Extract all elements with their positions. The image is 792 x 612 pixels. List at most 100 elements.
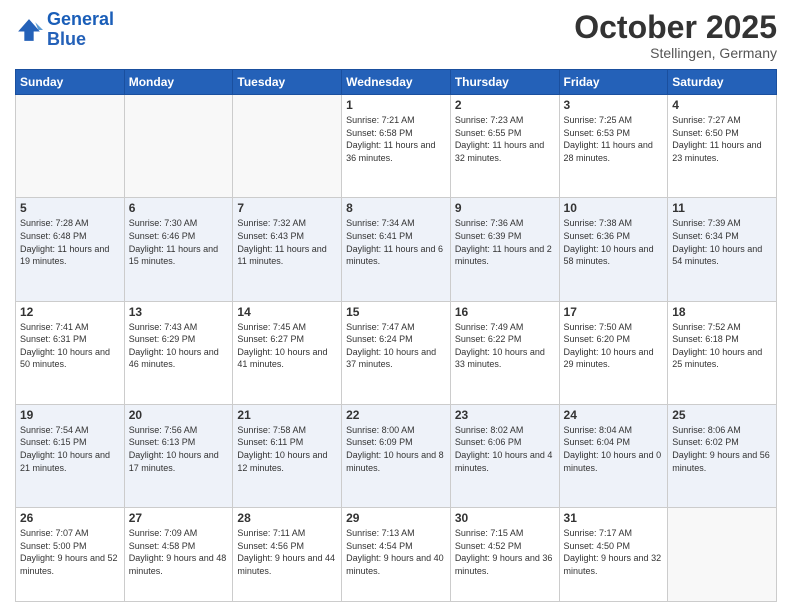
day-detail: Sunrise: 7:36 AMSunset: 6:39 PMDaylight:…	[455, 217, 555, 267]
logo-icon	[15, 16, 43, 44]
table-row: 15Sunrise: 7:47 AMSunset: 6:24 PMDayligh…	[342, 301, 451, 404]
day-number: 21	[237, 408, 337, 422]
day-detail: Sunrise: 7:50 AMSunset: 6:20 PMDaylight:…	[564, 321, 664, 371]
table-row: 7 Sunrise: 7:32 AMSunset: 6:43 PMDaylight…	[233, 198, 342, 301]
day-detail: Sunrise: 8:06 AMSunset: 6:02 PMDaylight:…	[672, 424, 772, 474]
day-number: 13	[129, 305, 229, 319]
day-number: 22	[346, 408, 446, 422]
col-monday: Monday	[124, 70, 233, 95]
day-detail: Sunrise: 7:15 AMSunset: 4:52 PMDaylight:…	[455, 527, 555, 577]
table-row: 14 Sunrise: 7:45 AMSunset: 6:27 PMDayligh…	[233, 301, 342, 404]
calendar-week-row: 19 Sunrise: 7:54 AMSunset: 6:15 PMDayligh…	[16, 404, 777, 507]
page: General Blue October 2025 Stellingen, Ge…	[0, 0, 792, 612]
day-detail: Sunrise: 7:13 AMSunset: 4:54 PMDaylight:…	[346, 527, 446, 577]
table-row: 9 Sunrise: 7:36 AMSunset: 6:39 PMDaylight…	[450, 198, 559, 301]
col-saturday: Saturday	[668, 70, 777, 95]
col-sunday: Sunday	[16, 70, 125, 95]
day-number: 17	[564, 305, 664, 319]
table-row: 4 Sunrise: 7:27 AMSunset: 6:50 PMDaylight…	[668, 95, 777, 198]
table-row: 31 Sunrise: 7:17 AMSunset: 4:50 PMDayligh…	[559, 508, 668, 602]
table-row: 3 Sunrise: 7:25 AMSunset: 6:53 PMDaylight…	[559, 95, 668, 198]
col-thursday: Thursday	[450, 70, 559, 95]
table-row: 5 Sunrise: 7:28 AMSunset: 6:48 PMDaylight…	[16, 198, 125, 301]
table-row: 22 Sunrise: 8:00 AMSunset: 6:09 PMDayligh…	[342, 404, 451, 507]
day-number: 27	[129, 511, 229, 525]
day-detail: Sunrise: 7:28 AMSunset: 6:48 PMDaylight:…	[20, 217, 120, 267]
table-row: 12Sunrise: 7:41 AMSunset: 6:31 PMDayligh…	[16, 301, 125, 404]
day-number: 26	[20, 511, 120, 525]
day-detail: Sunrise: 7:45 AMSunset: 6:27 PMDaylight:…	[237, 321, 337, 371]
day-detail: Sunrise: 7:30 AMSunset: 6:46 PMDaylight:…	[129, 217, 229, 267]
month-title: October 2025	[574, 10, 777, 45]
calendar-week-row: 5 Sunrise: 7:28 AMSunset: 6:48 PMDaylight…	[16, 198, 777, 301]
day-detail: Sunrise: 7:43 AMSunset: 6:29 PMDaylight:…	[129, 321, 229, 371]
table-row: 16 Sunrise: 7:49 AMSunset: 6:22 PMDayligh…	[450, 301, 559, 404]
day-number: 16	[455, 305, 555, 319]
day-number: 25	[672, 408, 772, 422]
calendar-table: Sunday Monday Tuesday Wednesday Thursday…	[15, 69, 777, 602]
table-row: 10 Sunrise: 7:38 AMSunset: 6:36 PMDayligh…	[559, 198, 668, 301]
table-row	[233, 95, 342, 198]
day-detail: Sunrise: 7:23 AMSunset: 6:55 PMDaylight:…	[455, 114, 555, 164]
day-detail: Sunrise: 7:52 AMSunset: 6:18 PMDaylight:…	[672, 321, 772, 371]
table-row	[668, 508, 777, 602]
day-detail: Sunrise: 7:41 AMSunset: 6:31 PMDaylight:…	[20, 321, 120, 371]
calendar-week-row: 12Sunrise: 7:41 AMSunset: 6:31 PMDayligh…	[16, 301, 777, 404]
table-row: 2Sunrise: 7:23 AMSunset: 6:55 PMDaylight…	[450, 95, 559, 198]
table-row: 18 Sunrise: 7:52 AMSunset: 6:18 PMDayligh…	[668, 301, 777, 404]
table-row	[16, 95, 125, 198]
day-number: 4	[672, 98, 772, 112]
logo: General Blue	[15, 10, 114, 50]
day-number: 14	[237, 305, 337, 319]
location: Stellingen, Germany	[574, 45, 777, 61]
day-number: 10	[564, 201, 664, 215]
table-row: 20Sunrise: 7:56 AMSunset: 6:13 PMDayligh…	[124, 404, 233, 507]
day-number: 1	[346, 98, 446, 112]
day-number: 20	[129, 408, 229, 422]
day-detail: Sunrise: 7:25 AMSunset: 6:53 PMDaylight:…	[564, 114, 664, 164]
day-number: 7	[237, 201, 337, 215]
day-detail: Sunrise: 7:07 AMSunset: 5:00 PMDaylight:…	[20, 527, 120, 577]
day-number: 19	[20, 408, 120, 422]
day-detail: Sunrise: 7:54 AMSunset: 6:15 PMDaylight:…	[20, 424, 120, 474]
table-row: 25 Sunrise: 8:06 AMSunset: 6:02 PMDayligh…	[668, 404, 777, 507]
day-number: 8	[346, 201, 446, 215]
day-number: 9	[455, 201, 555, 215]
day-number: 28	[237, 511, 337, 525]
day-detail: Sunrise: 7:47 AMSunset: 6:24 PMDaylight:…	[346, 321, 446, 371]
day-number: 31	[564, 511, 664, 525]
day-detail: Sunrise: 7:32 AMSunset: 6:43 PMDaylight:…	[237, 217, 337, 267]
day-number: 29	[346, 511, 446, 525]
day-number: 30	[455, 511, 555, 525]
day-number: 6	[129, 201, 229, 215]
day-detail: Sunrise: 7:58 AMSunset: 6:11 PMDaylight:…	[237, 424, 337, 474]
table-row: 28Sunrise: 7:11 AMSunset: 4:56 PMDayligh…	[233, 508, 342, 602]
table-row: 1 Sunrise: 7:21 AMSunset: 6:58 PMDaylight…	[342, 95, 451, 198]
calendar-week-row: 1 Sunrise: 7:21 AMSunset: 6:58 PMDaylight…	[16, 95, 777, 198]
header: General Blue October 2025 Stellingen, Ge…	[15, 10, 777, 61]
col-tuesday: Tuesday	[233, 70, 342, 95]
table-row: 8 Sunrise: 7:34 AMSunset: 6:41 PMDaylight…	[342, 198, 451, 301]
day-detail: Sunrise: 7:38 AMSunset: 6:36 PMDaylight:…	[564, 217, 664, 267]
day-number: 3	[564, 98, 664, 112]
table-row	[124, 95, 233, 198]
day-number: 24	[564, 408, 664, 422]
table-row: 19 Sunrise: 7:54 AMSunset: 6:15 PMDayligh…	[16, 404, 125, 507]
col-friday: Friday	[559, 70, 668, 95]
day-detail: Sunrise: 7:27 AMSunset: 6:50 PMDaylight:…	[672, 114, 772, 164]
day-detail: Sunrise: 7:21 AMSunset: 6:58 PMDaylight:…	[346, 114, 446, 164]
table-row: 6 Sunrise: 7:30 AMSunset: 6:46 PMDaylight…	[124, 198, 233, 301]
day-detail: Sunrise: 7:34 AMSunset: 6:41 PMDaylight:…	[346, 217, 446, 267]
day-detail: Sunrise: 7:09 AMSunset: 4:58 PMDaylight:…	[129, 527, 229, 577]
table-row: 29 Sunrise: 7:13 AMSunset: 4:54 PMDayligh…	[342, 508, 451, 602]
day-number: 18	[672, 305, 772, 319]
day-detail: Sunrise: 8:00 AMSunset: 6:09 PMDaylight:…	[346, 424, 446, 474]
day-detail: Sunrise: 7:17 AMSunset: 4:50 PMDaylight:…	[564, 527, 664, 577]
day-number: 23	[455, 408, 555, 422]
col-wednesday: Wednesday	[342, 70, 451, 95]
day-detail: Sunrise: 7:49 AMSunset: 6:22 PMDaylight:…	[455, 321, 555, 371]
table-row: 30 Sunrise: 7:15 AMSunset: 4:52 PMDayligh…	[450, 508, 559, 602]
day-number: 5	[20, 201, 120, 215]
table-row: 17 Sunrise: 7:50 AMSunset: 6:20 PMDayligh…	[559, 301, 668, 404]
table-row: 26 Sunrise: 7:07 AMSunset: 5:00 PMDayligh…	[16, 508, 125, 602]
